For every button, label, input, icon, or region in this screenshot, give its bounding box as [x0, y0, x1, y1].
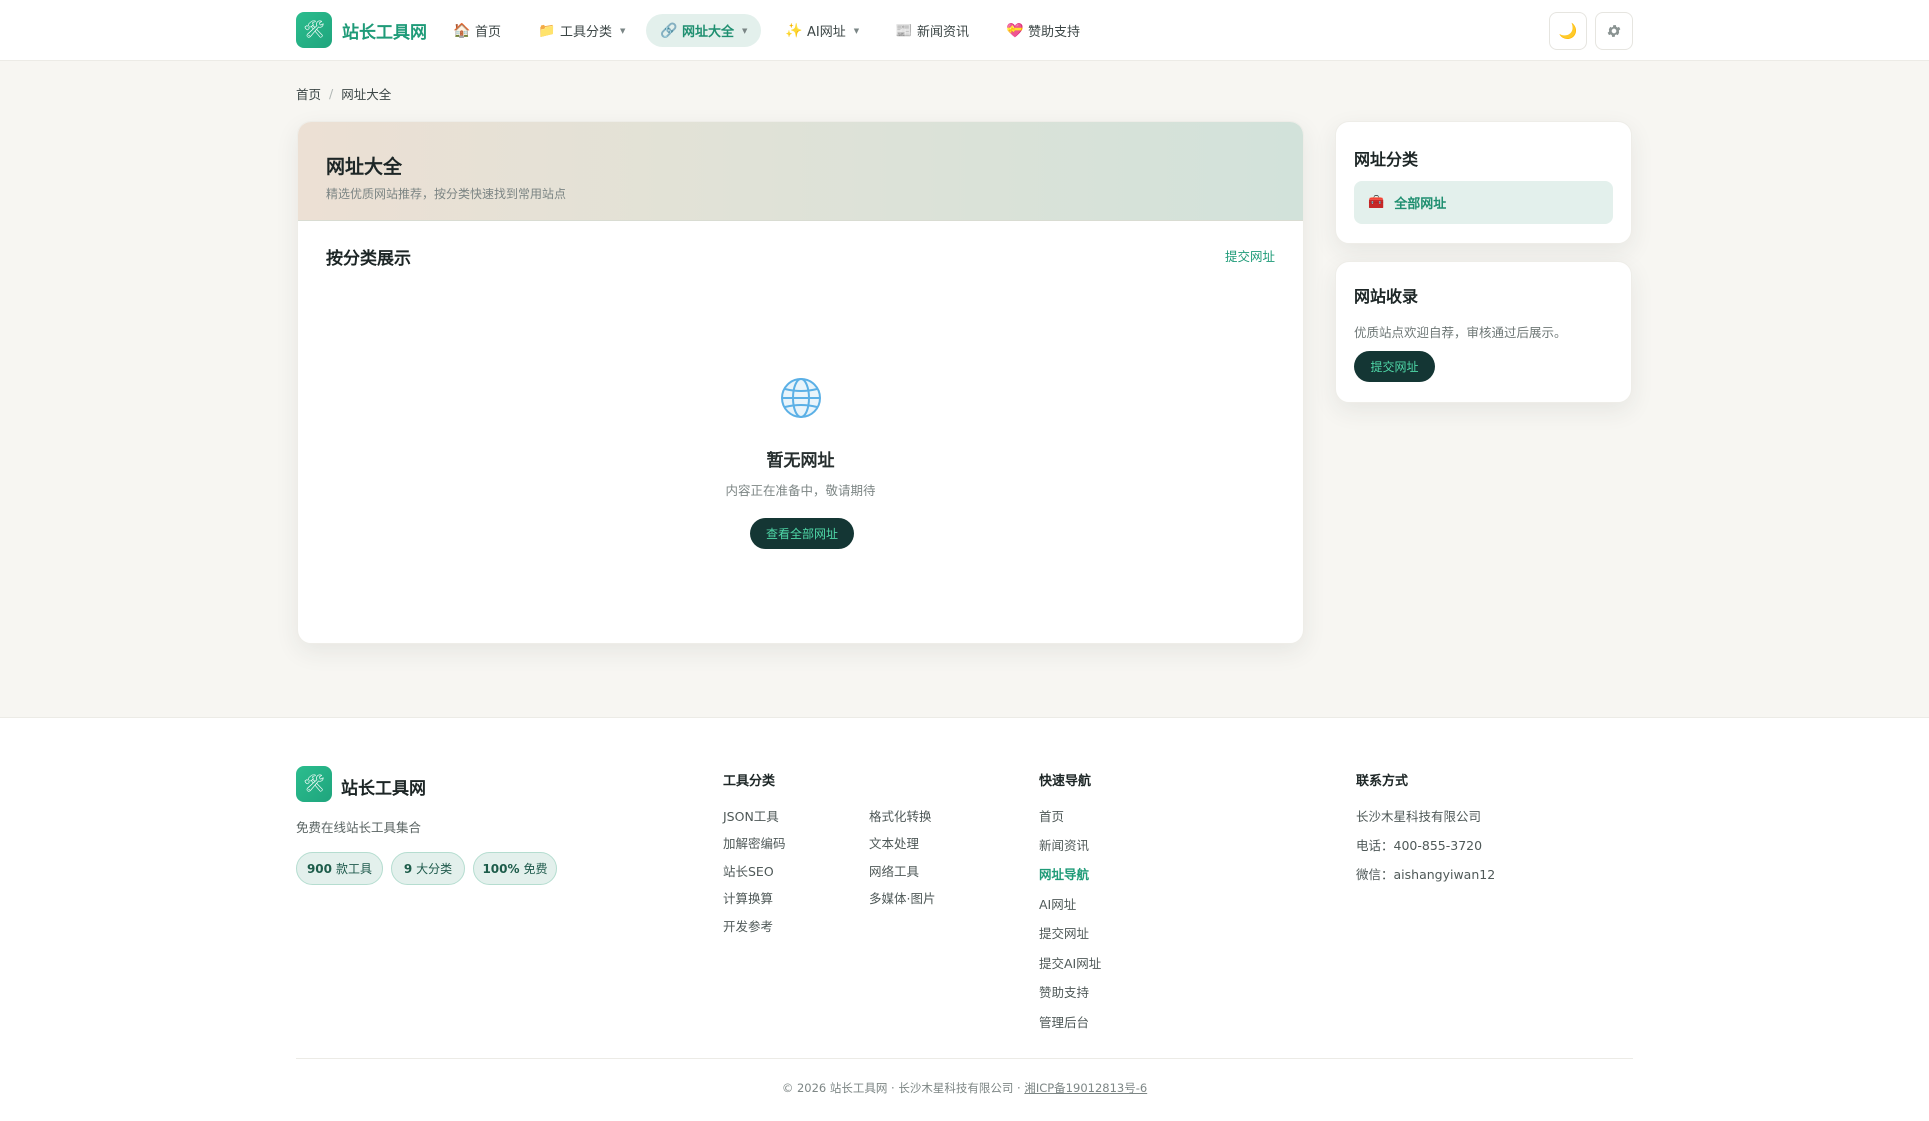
- stat-free-text: 免费: [523, 862, 548, 876]
- nav-sponsor[interactable]: 💝 赞助支持: [992, 14, 1094, 47]
- breadcrumb-separator: /: [329, 86, 334, 101]
- top-header: 🛠 站长工具网 🏠 首页 📁 工具分类 ▼ 🔗 网址大全 ▼ ✨ AI网址 ▼ …: [0, 0, 1929, 61]
- nav-home-label: 首页: [475, 25, 502, 40]
- icp-link[interactable]: 湘ICP备19012813号-6: [1024, 1081, 1147, 1095]
- nav-news-label: 新闻资讯: [917, 25, 970, 40]
- globe-icon: [781, 378, 821, 418]
- footer-tools-title: 工具分类: [723, 774, 776, 789]
- footer-nav-title: 快速导航: [1039, 774, 1092, 789]
- breadcrumb-current: 网址大全: [341, 87, 392, 102]
- nav-tool-categories-label: 工具分类: [560, 25, 613, 40]
- contact-phone: 电话：400-855-3720: [1356, 838, 1483, 853]
- footer-nav-link-active[interactable]: 网址导航: [1039, 864, 1089, 883]
- stat-tools-text: 款工具: [336, 862, 373, 876]
- empty-state-title: 暂无网址: [766, 451, 835, 471]
- footer-tool-link[interactable]: 多媒体·图片: [869, 888, 935, 907]
- heart-icon: 💝: [1006, 22, 1024, 39]
- category-item-label: 全部网址: [1394, 197, 1447, 212]
- contact-company: 长沙木星科技有限公司: [1356, 809, 1482, 824]
- footer-nav-link[interactable]: AI网址: [1039, 894, 1076, 913]
- link-icon: 🔗: [660, 22, 678, 39]
- sparkles-icon: ✨: [785, 22, 803, 39]
- stat-categories-text: 大分类: [416, 862, 453, 876]
- stat-pill-tools: 900 款工具: [296, 852, 383, 885]
- stat-pill-free: 100% 免费: [473, 852, 557, 885]
- nav-home[interactable]: 🏠 首页: [439, 14, 515, 47]
- caret-down-icon: ▼: [620, 26, 626, 35]
- footer-nav-link[interactable]: 赞助支持: [1039, 982, 1089, 1001]
- footer-tool-link[interactable]: 文本处理: [869, 833, 919, 852]
- url-categories-card: 网址分类 🧰 全部网址: [1335, 121, 1632, 244]
- nav-url-directory-label: 网址大全: [682, 25, 735, 40]
- caret-down-icon: ▼: [853, 26, 860, 35]
- nav-ai-urls-label: AI网址: [807, 25, 846, 40]
- nav-url-directory[interactable]: 🔗 网址大全 ▼: [646, 14, 762, 47]
- stat-free-number: 100%: [482, 861, 520, 876]
- gear-icon: [1607, 25, 1621, 37]
- hero-banner: 网址大全 精选优质网站推荐，按分类快速找到常用站点: [298, 122, 1303, 221]
- moon-icon: 🌙: [1558, 22, 1578, 40]
- footer-tool-link[interactable]: 网络工具: [869, 861, 919, 880]
- footer-nav-link[interactable]: 提交网址: [1039, 923, 1089, 942]
- site-logo-text[interactable]: 站长工具网: [342, 18, 427, 43]
- section-title: 按分类展示: [326, 249, 411, 269]
- site-submission-card: 网站收录 优质站点欢迎自荐，审核通过后展示。 提交网址: [1335, 261, 1632, 403]
- sidebar-submit-url-button[interactable]: 提交网址: [1354, 351, 1435, 382]
- nav-ai-urls[interactable]: ✨ AI网址 ▼: [771, 14, 873, 47]
- nav-sponsor-label: 赞助支持: [1028, 25, 1081, 40]
- footer-logo-icon: 🛠: [296, 766, 332, 802]
- nav-news[interactable]: 📰 新闻资讯: [881, 14, 983, 47]
- footer-tool-link[interactable]: 加解密编码: [723, 833, 786, 852]
- footer-description: 免费在线站长工具集合: [296, 820, 422, 835]
- theme-toggle-button[interactable]: 🌙: [1549, 12, 1587, 50]
- footer-tool-link[interactable]: 计算换算: [723, 888, 773, 907]
- empty-state-subtitle: 内容正在准备中，敬请期待: [725, 483, 876, 498]
- category-item-all[interactable]: 🧰 全部网址: [1354, 181, 1613, 224]
- footer-nav-link[interactable]: 提交AI网址: [1039, 953, 1101, 972]
- url-categories-title: 网址分类: [1354, 150, 1419, 169]
- folder-icon: 📁: [538, 22, 556, 39]
- footer-tool-link[interactable]: 站长SEO: [723, 861, 774, 880]
- house-icon: 🏠: [453, 22, 471, 39]
- breadcrumb-home[interactable]: 首页: [296, 84, 321, 103]
- nav-tool-categories[interactable]: 📁 工具分类 ▼: [524, 14, 639, 47]
- site-submission-title: 网站收录: [1354, 287, 1419, 306]
- footer-tool-link[interactable]: 格式化转换: [869, 806, 932, 825]
- footer-brand: 站长工具网: [341, 779, 426, 799]
- newspaper-icon: 📰: [895, 22, 913, 39]
- footer-contact-title: 联系方式: [1356, 774, 1409, 789]
- site-submission-text: 优质站点欢迎自荐，审核通过后展示。: [1354, 325, 1567, 340]
- page-title: 网址大全: [326, 156, 403, 178]
- copyright-text: © 2026 站长工具网 · 长沙木星科技有限公司 ·: [781, 1081, 1025, 1095]
- toolbox-icon: 🧰: [1368, 195, 1385, 210]
- view-all-urls-button[interactable]: 查看全部网址: [750, 518, 854, 549]
- submit-url-link[interactable]: 提交网址: [1225, 246, 1275, 265]
- contact-wechat: 微信：aishangyiwan12: [1356, 867, 1496, 882]
- footer-tool-link[interactable]: JSON工具: [723, 806, 779, 825]
- footer-divider: [296, 1058, 1633, 1059]
- copyright: © 2026 站长工具网 · 长沙木星科技有限公司 · 湘ICP备1901281…: [0, 1080, 1929, 1096]
- footer: 🛠 站长工具网 免费在线站长工具集合 900 款工具 9 大分类 100% 免费…: [0, 717, 1929, 1121]
- page-subtitle: 精选优质网站推荐，按分类快速找到常用站点: [326, 187, 567, 201]
- settings-button[interactable]: [1595, 12, 1633, 50]
- footer-nav-link[interactable]: 首页: [1039, 806, 1064, 825]
- stat-categories-number: 9: [403, 861, 413, 876]
- footer-nav-link[interactable]: 管理后台: [1039, 1012, 1089, 1031]
- logo-icon[interactable]: 🛠: [296, 12, 332, 48]
- footer-nav-link[interactable]: 新闻资讯: [1039, 835, 1089, 854]
- stat-tools-number: 900: [306, 861, 333, 876]
- breadcrumb: 首页 / 网址大全: [296, 84, 391, 103]
- stat-pill-categories: 9 大分类: [391, 852, 465, 885]
- footer-tool-link[interactable]: 开发参考: [723, 916, 773, 935]
- caret-down-icon: ▼: [742, 26, 748, 35]
- main-card: 网址大全 精选优质网站推荐，按分类快速找到常用站点 按分类展示 提交网址 暂无网…: [297, 121, 1304, 644]
